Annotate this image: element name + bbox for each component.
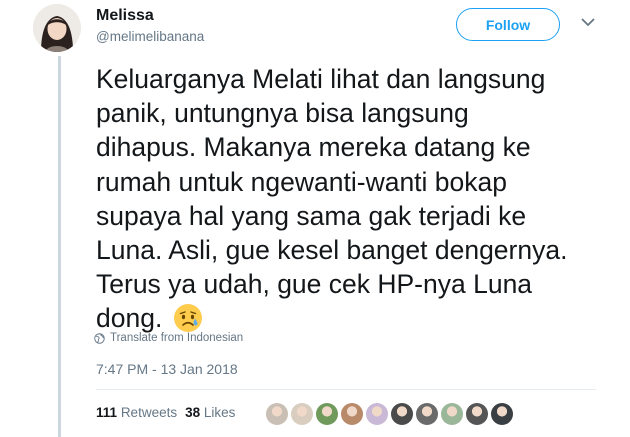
tweet-body: Keluarganya Melati lihat dan langsung pa…: [96, 64, 568, 334]
liker-avatar[interactable]: [491, 403, 513, 425]
more-options-chevron-icon[interactable]: [578, 12, 598, 32]
author-handle[interactable]: @melimelibanana: [96, 29, 204, 44]
liker-avatar[interactable]: [266, 403, 288, 425]
liker-avatar[interactable]: [441, 403, 463, 425]
follow-button[interactable]: Follow: [456, 8, 560, 41]
liker-avatar[interactable]: [316, 403, 338, 425]
author-display-name[interactable]: Melissa: [96, 7, 154, 25]
likes-label: Likes: [203, 405, 236, 420]
retweets-label: Retweets: [120, 405, 178, 420]
liker-avatar[interactable]: [341, 403, 363, 425]
liker-avatars: [266, 403, 513, 425]
sad-relieved-face-emoji-icon: [173, 303, 203, 333]
liker-avatar[interactable]: [391, 403, 413, 425]
retweets-count: 111: [96, 405, 118, 420]
tweet-timestamp[interactable]: 7:47 PM - 13 Jan 2018: [96, 361, 238, 377]
translate-link[interactable]: Translate from Indonesian: [94, 332, 243, 344]
avatar[interactable]: [33, 4, 81, 52]
likes-stat[interactable]: 38 Likes: [185, 405, 235, 420]
tweet-stats: 111 Retweets 38 Likes: [96, 405, 235, 420]
liker-avatar[interactable]: [416, 403, 438, 425]
globe-icon: [94, 332, 105, 344]
likes-count: 38: [185, 405, 201, 420]
divider: [96, 389, 596, 390]
retweets-stat[interactable]: 111 Retweets: [96, 405, 177, 420]
tweet-text: Keluarganya Melati lihat dan langsung pa…: [96, 62, 616, 336]
thread-line: [58, 56, 61, 437]
translate-label: Translate from Indonesian: [110, 332, 244, 344]
liker-avatar[interactable]: [291, 403, 313, 425]
liker-avatar[interactable]: [366, 403, 388, 425]
avatar-image: [33, 4, 81, 52]
liker-avatar[interactable]: [466, 403, 488, 425]
